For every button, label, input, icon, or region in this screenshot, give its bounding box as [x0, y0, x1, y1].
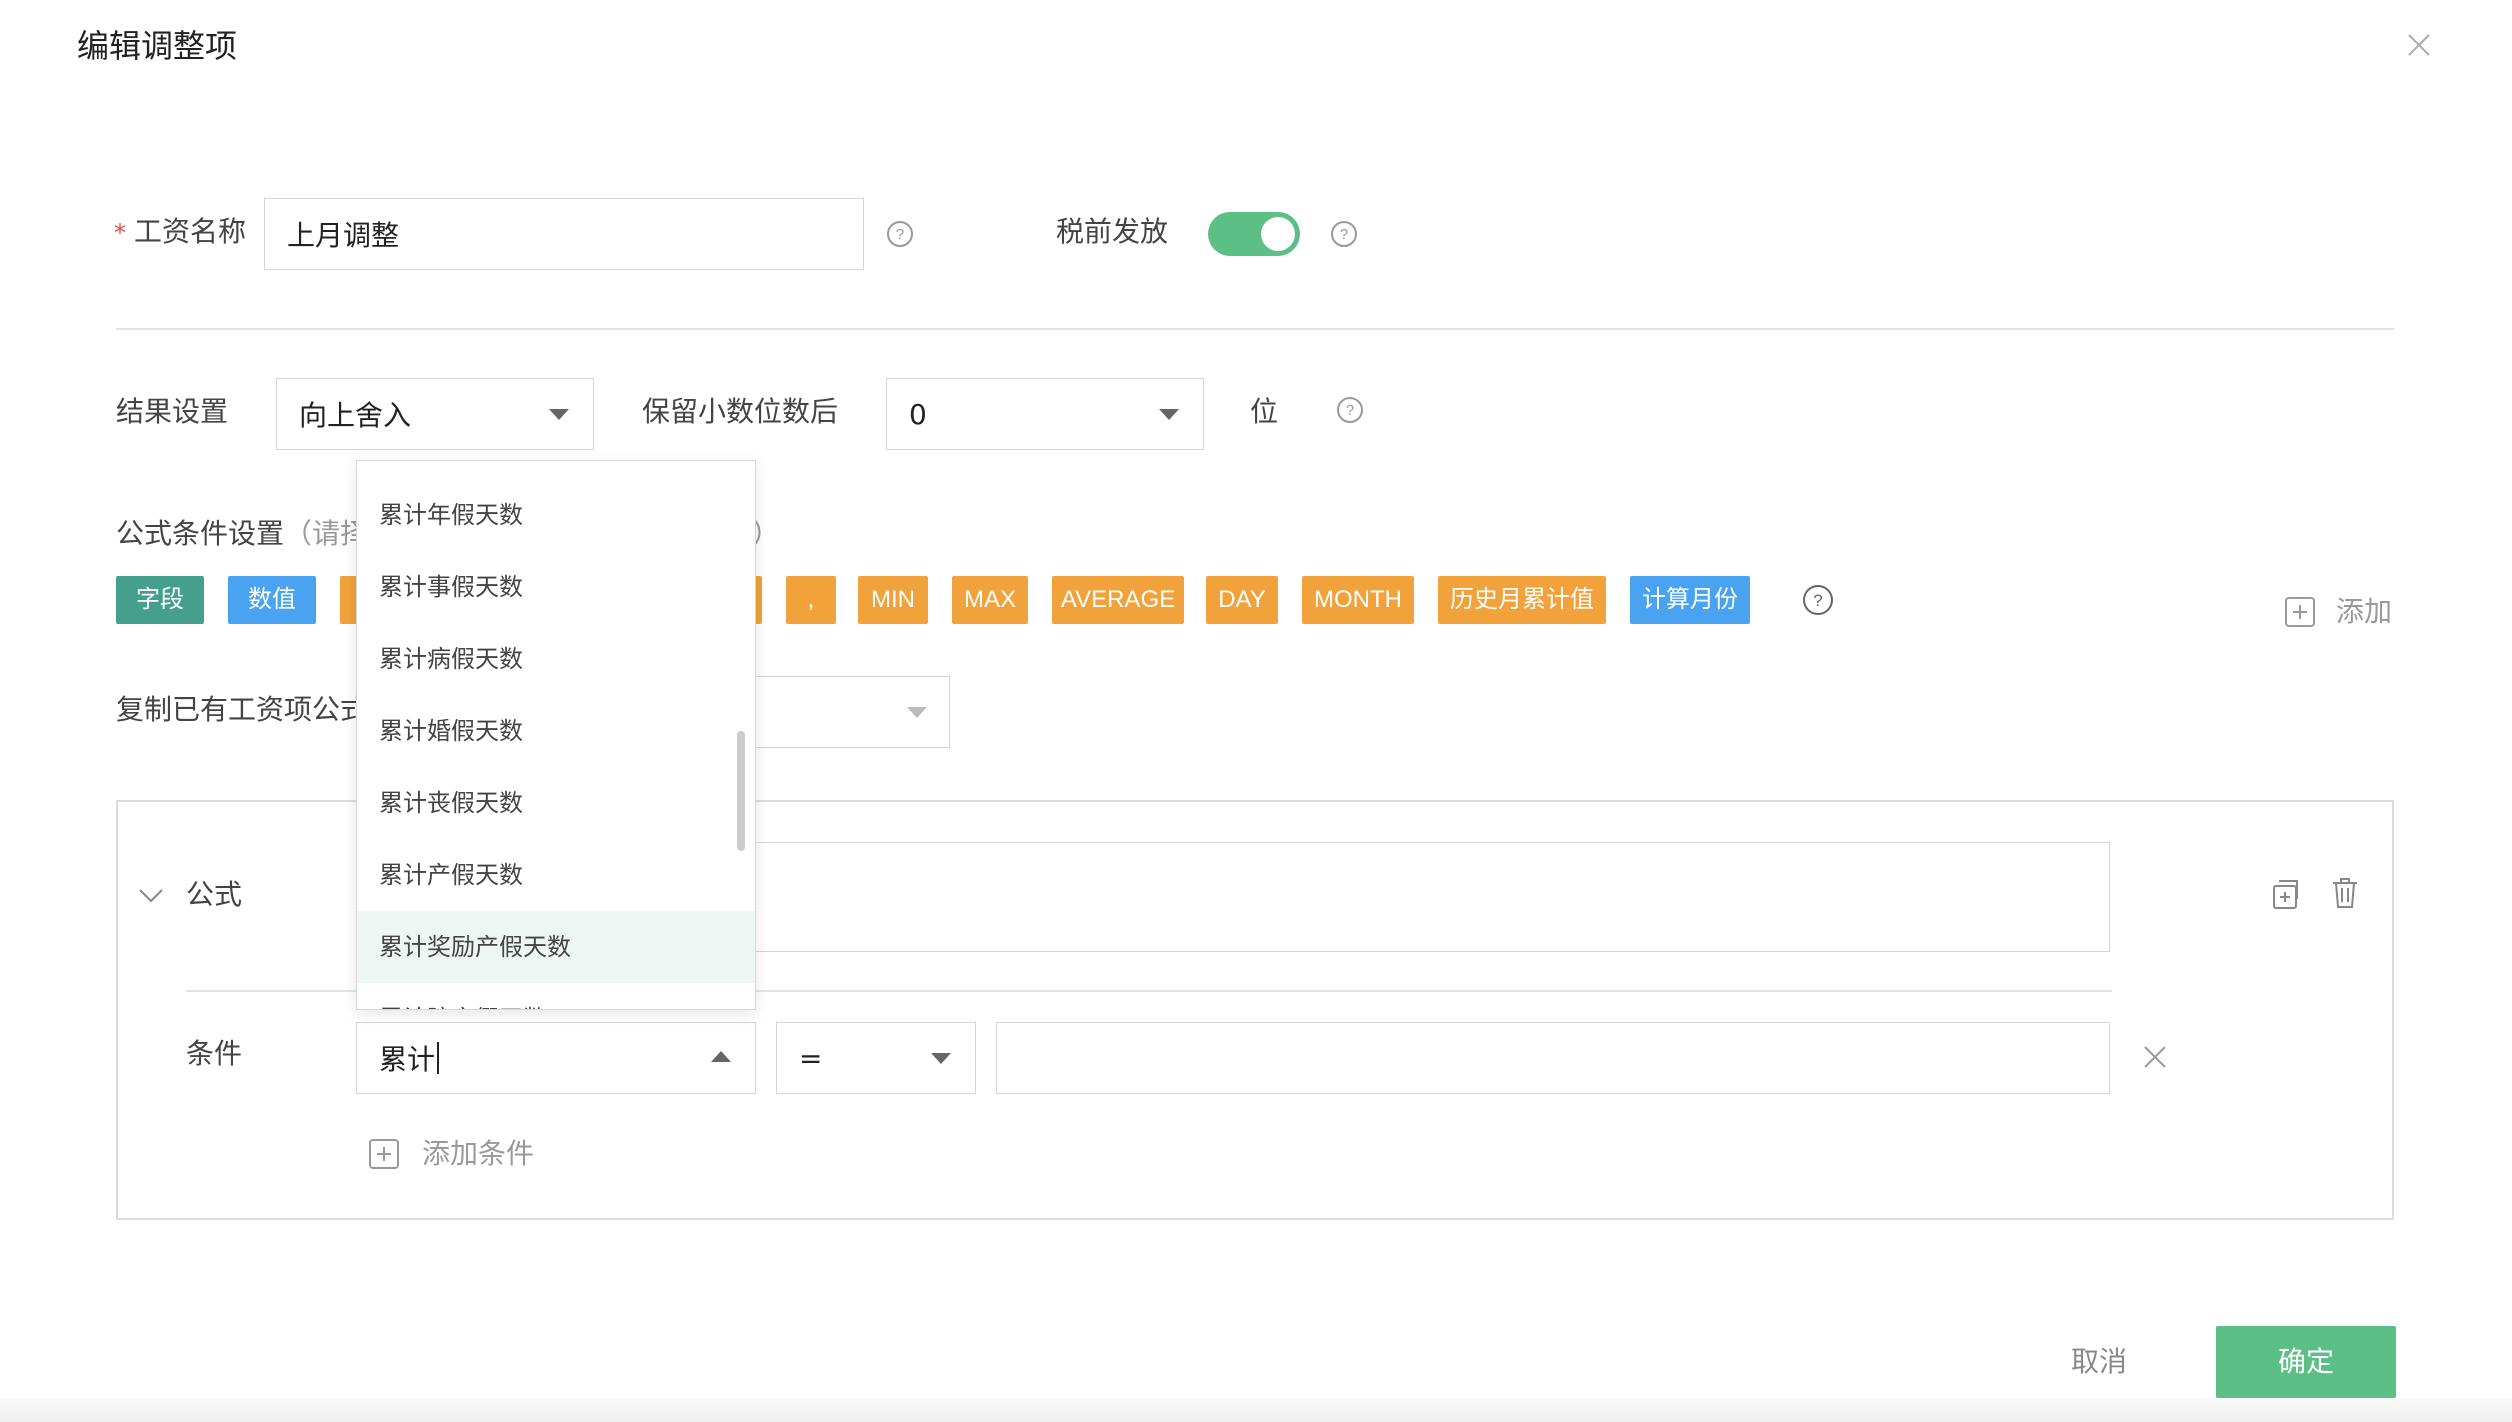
dropdown-scrollbar[interactable] — [737, 731, 745, 851]
condition-value-input[interactable] — [996, 1022, 2110, 1094]
formula-condition-label: 公式条件设置（请择 — [116, 514, 368, 554]
divider — [116, 328, 2394, 330]
operator-select[interactable]: = — [776, 1022, 976, 1094]
tag-number[interactable]: 数值 — [228, 576, 316, 624]
decimal-value: 0 — [909, 397, 927, 431]
dropdown-option-hovered[interactable]: 累计奖励产假天数 — [357, 911, 755, 983]
dialog-title: 编辑调整项 — [77, 27, 238, 65]
formula-condition-label-text: 公式条件设置 — [116, 517, 285, 550]
dropdown-option[interactable]: 累计婚假天数 — [357, 695, 755, 767]
text-cursor — [437, 1042, 440, 1074]
svg-text:?: ? — [896, 226, 904, 243]
pretax-toggle[interactable] — [1208, 212, 1300, 256]
chevron-down-icon — [907, 707, 927, 718]
tag-min[interactable]: MIN — [858, 576, 928, 624]
result-setting-select[interactable]: 向上舍入 — [276, 378, 594, 450]
chevron-up-icon — [711, 1051, 731, 1062]
tag-calc-month[interactable]: 计算月份 — [1630, 576, 1750, 624]
cancel-button[interactable]: 取消 — [2040, 1326, 2158, 1398]
formula-condition-hint-end: ） — [752, 517, 781, 550]
condition-field-value: 累计 — [379, 1043, 436, 1076]
tag-day[interactable]: DAY — [1206, 576, 1278, 624]
dropdown-option[interactable]: 累计事假天数 — [357, 551, 755, 623]
chevron-down-icon — [931, 1053, 951, 1064]
help-icon[interactable]: ? — [886, 220, 914, 248]
svg-text:?: ? — [1346, 402, 1354, 419]
pretax-label: 税前发放 — [1056, 215, 1169, 248]
tag-history[interactable]: 历史月累计值 — [1438, 576, 1606, 624]
copy-formula-select[interactable] — [740, 676, 950, 748]
decimal-select[interactable]: 0 — [886, 378, 1204, 450]
svg-text:?: ? — [1813, 591, 1822, 610]
dropdown-option[interactable]: 累计丧假天数 — [357, 767, 755, 839]
salary-name-input[interactable]: 上月调整 — [264, 198, 864, 270]
help-icon[interactable]: ? — [1330, 220, 1358, 248]
chevron-down-icon — [549, 409, 569, 420]
toggle-knob — [1261, 217, 1295, 251]
close-icon[interactable] — [2404, 30, 2434, 60]
result-setting-label: 结果设置 — [116, 395, 229, 428]
trash-icon[interactable] — [2330, 876, 2360, 910]
add-square-icon[interactable] — [2284, 596, 2316, 628]
dropdown-option[interactable]: 累计年假天数 — [357, 479, 755, 551]
salary-name-value: 上月调整 — [287, 219, 400, 252]
decimal-unit: 位 — [1250, 395, 1279, 428]
help-icon[interactable]: ? — [1336, 396, 1364, 424]
formula-input[interactable] — [740, 842, 2110, 952]
salary-name-label: * 工资名称 — [114, 212, 246, 253]
salary-name-label-text: 工资名称 — [134, 215, 247, 248]
add-condition-label[interactable]: 添加条件 — [422, 1134, 534, 1174]
dialog-bottom-edge — [0, 1398, 2512, 1422]
decimal-label: 保留小数位数后 — [642, 395, 839, 428]
dropdown-option[interactable]: 累计产假天数 — [357, 839, 755, 911]
dropdown-option[interactable]: 累计陪产假天数 — [357, 983, 755, 1009]
tag-field[interactable]: 字段 — [116, 576, 204, 624]
tag-comma[interactable]: , — [786, 576, 836, 624]
chevron-down-icon — [1159, 409, 1179, 420]
chevron-down-icon[interactable] — [136, 880, 166, 910]
condition-label: 条件 — [186, 1037, 243, 1070]
copy-formula-label: 复制已有工资项公式 — [116, 693, 369, 726]
add-label[interactable]: 添加 — [2336, 592, 2392, 632]
condition-field-input[interactable]: 累计 — [356, 1022, 756, 1094]
copy-icon[interactable] — [2270, 878, 2300, 910]
close-icon[interactable] — [2142, 1044, 2168, 1070]
operator-value: = — [799, 1041, 823, 1075]
help-icon[interactable]: ? — [1802, 584, 1834, 616]
svg-text:?: ? — [1340, 226, 1348, 243]
field-dropdown-menu[interactable]: 累计年假天数 累计事假天数 累计病假天数 累计婚假天数 累计丧假天数 累计产假天… — [356, 460, 756, 1010]
tag-max[interactable]: MAX — [952, 576, 1028, 624]
tag-average[interactable]: AVERAGE — [1052, 576, 1184, 624]
formula-label: 公式 — [186, 878, 243, 911]
result-setting-value: 向上舍入 — [299, 399, 412, 432]
add-square-icon[interactable] — [368, 1138, 400, 1170]
dropdown-option[interactable]: 累计病假天数 — [357, 623, 755, 695]
tag-month[interactable]: MONTH — [1302, 576, 1414, 624]
confirm-button[interactable]: 确定 — [2216, 1326, 2396, 1398]
required-mark: * — [114, 219, 126, 247]
